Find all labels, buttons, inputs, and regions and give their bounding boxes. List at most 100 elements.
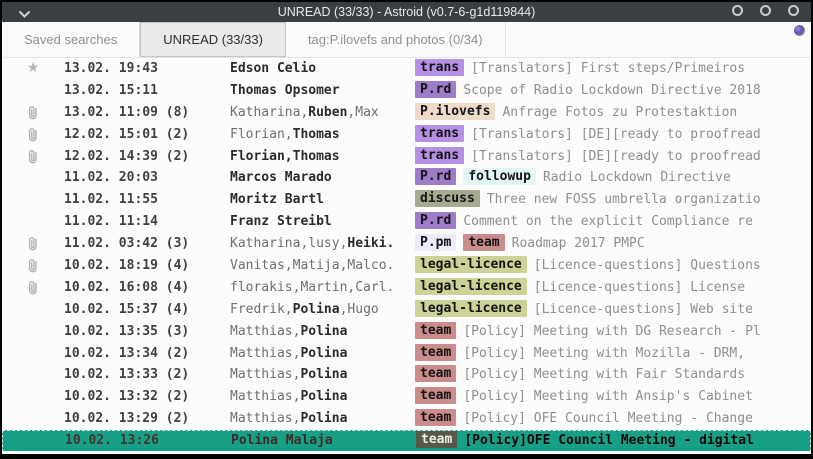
thread-row[interactable]: ★ 10.02. 13:33 (2) Matthias,Polina team[… (2, 364, 811, 386)
thread-authors: Thomas Opsomer (230, 80, 415, 102)
tab-unread[interactable]: UNREAD (33/33) (140, 22, 286, 57)
thread-row[interactable]: ★ 13.02. 11:09 (8) Katharina,Ruben,Max P… (2, 102, 811, 124)
thread-authors: Matthias,Polina (230, 321, 415, 343)
paperclip-icon (27, 280, 39, 296)
window-button-minimize-icon[interactable] (732, 5, 743, 16)
thread-main: team[Policy] Meeting with Fair Standards (415, 364, 811, 386)
tag-chip: P.rd (415, 81, 456, 98)
row-flag-cell: ★ (2, 105, 64, 121)
paperclip-icon (27, 127, 39, 143)
tag-chip: trans (415, 147, 464, 164)
thread-subject: [Translators] [DE][ready to proofread (471, 149, 761, 164)
thread-main: P.rdfollowupRadio Lockdown Directive (415, 167, 811, 189)
thread-date: 11.02. 03:42 (3) (64, 233, 230, 255)
thread-row[interactable]: ★ 12.02. 14:39 (2) Florian,Thomas trans[… (2, 146, 811, 168)
thread-row[interactable]: ★ 11.02. 03:42 (3) Katharina,lusy,Heiki.… (2, 233, 811, 255)
thread-subject: [Translators] First steps/Primeiros (471, 61, 745, 76)
paperclip-icon (27, 149, 39, 165)
thread-subject: Roadmap 2017 PMPC (512, 236, 645, 251)
thread-date: 10.02. 15:37 (4) (64, 299, 230, 321)
window-button-close-icon[interactable] (788, 5, 799, 16)
thread-list: ★ 13.02. 19:43 Edson Celio trans[Transla… (2, 58, 811, 451)
thread-tags: team (415, 346, 463, 361)
thread-subject: [Translators] [DE][ready to proofread (471, 127, 761, 142)
thread-main: discussThree new FOSS umbrella organizat… (415, 189, 811, 211)
thread-subject: Three new FOSS umbrella organizatio (487, 192, 761, 207)
thread-tags: legal-licence (415, 302, 534, 317)
thread-row[interactable]: ★ 10.02. 13:35 (3) Matthias,Polina team[… (2, 321, 811, 343)
thread-row[interactable]: ★ 10.02. 13:32 (2) Matthias,Polina team[… (2, 386, 811, 408)
thread-row[interactable]: ★ 10.02. 13:26 Polina Malaja team[Policy… (2, 430, 811, 451)
thread-row[interactable]: ★ 10.02. 18:19 (4) Vanitas,Matija,Malco.… (2, 255, 811, 277)
tag-chip: trans (415, 59, 464, 76)
thread-subject: [Licence-questions] License (534, 280, 745, 295)
tag-chip: team (415, 322, 456, 339)
tag-chip: team (416, 431, 457, 448)
thread-authors: Franz Streibl (230, 211, 415, 233)
thread-date: 10.02. 13:35 (3) (64, 321, 230, 343)
thread-main: legal-licence [Licence-questions] License (415, 277, 811, 299)
tag-chip: P.ilovefs (415, 103, 495, 120)
thread-tags: trans (415, 127, 471, 142)
thread-main: legal-licence[Licence-questions] Web sit… (415, 299, 811, 321)
thread-row[interactable]: ★ 10.02. 15:37 (4) Fredrik,Polina,Hugo l… (2, 299, 811, 321)
thread-row[interactable]: ★ 13.02. 19:43 Edson Celio trans[Transla… (2, 58, 811, 80)
thread-date: 10.02. 13:32 (2) (64, 386, 230, 408)
tag-chip: legal-licence (415, 256, 527, 273)
thread-main: P.rd Scope of Radio Lockdown Directive 20… (415, 80, 811, 102)
star-icon: ★ (27, 58, 40, 80)
thread-subject: [Policy] OFE Council Meeting - Change (463, 411, 753, 426)
thread-row[interactable]: ★ 11.02. 20:03 Marcos Marado P.rdfollowu… (2, 167, 811, 189)
row-flag-cell: ★ (2, 280, 64, 296)
thread-subject: [Policy]OFE Council Meeting - digital (464, 433, 754, 448)
thread-tags: discuss (415, 192, 487, 207)
thread-main: P.ilovefsAnfrage Fotos zu Protestaktion (415, 102, 811, 124)
thread-authors: Florian,Thomas (230, 146, 415, 168)
thread-row[interactable]: ★ 13.02. 15:11 Thomas Opsomer P.rdScope … (2, 80, 811, 102)
thread-row[interactable]: ★ 11.02. 11:14 Franz Streibl P.rdComment… (2, 211, 811, 233)
thread-date: 11.02. 11:14 (64, 211, 230, 233)
thread-subject: [Policy] Meeting with DG Research - Pl (463, 324, 760, 339)
thread-authors: Florian,Thomas (230, 124, 415, 146)
window-title: UNREAD (33/33) - Astroid (v0.7-6-g1d1198… (2, 5, 811, 19)
thread-row[interactable]: ★ 10.02. 13:29 (2) Matthias,Polina team[… (2, 408, 811, 430)
thread-main: trans[Translators] [DE][ready to proofre… (415, 124, 811, 146)
thread-row[interactable]: ★ 10.02. 16:08 (4) florakis,Martin,Carl.… (2, 277, 811, 299)
thread-tags: legal-licence (415, 280, 534, 295)
tab-saved-searches[interactable]: Saved searches (2, 22, 140, 57)
thread-date: 13.02. 11:09 (8) (64, 102, 230, 124)
paperclip-icon (27, 258, 39, 274)
row-flag-cell: ★ (2, 236, 64, 252)
thread-main: team [Policy] Meeting with DG Research - … (415, 321, 811, 343)
thread-main: trans [Translators] [DE][ready to proofre… (415, 146, 811, 168)
thread-authors: Edson Celio (230, 58, 415, 80)
thread-date: 11.02. 20:03 (64, 167, 230, 189)
thread-authors: Katharina,lusy,Heiki. (230, 233, 415, 255)
thread-tags: P.rd (415, 214, 463, 229)
thread-authors: Polina Malaja (231, 430, 416, 451)
thread-tags: legal-licence (415, 258, 534, 273)
thread-date: 10.02. 18:19 (4) (64, 255, 230, 277)
thread-main: team[Policy] OFE Council Meeting - Chang… (415, 408, 811, 430)
thread-tags: trans (415, 149, 471, 164)
thread-tags: trans (415, 61, 471, 76)
thread-date: 10.02. 16:08 (4) (64, 277, 230, 299)
tag-chip: P.pm (415, 234, 456, 251)
tag-chip: team (415, 365, 456, 382)
thread-row[interactable]: ★ 10.02. 13:34 (2) Matthias,Polina team[… (2, 343, 811, 365)
thread-tags: P.rd (415, 83, 463, 98)
tab-tag-search[interactable]: tag:P.ilovefs and photos (0/34) (286, 22, 506, 57)
window-button-maximize-icon[interactable] (760, 5, 771, 16)
thread-authors: Matthias,Polina (230, 364, 415, 386)
tag-chip: P.rd (415, 168, 456, 185)
thread-tags: team (415, 389, 463, 404)
thread-row[interactable]: ★ 11.02. 11:55 Moritz Bartl discussThree… (2, 189, 811, 211)
thread-subject: Comment on the explicit Compliance re (463, 214, 753, 229)
thread-subject: Scope of Radio Lockdown Directive 2018 (463, 83, 760, 98)
row-flag-cell: ★ (2, 149, 64, 165)
tag-chip: legal-licence (415, 278, 527, 295)
thread-date: 10.02. 13:29 (2) (64, 408, 230, 430)
poll-indicator-icon (794, 25, 805, 36)
window-controls (732, 5, 799, 16)
thread-row[interactable]: ★ 12.02. 15:01 (2) Florian,Thomas trans[… (2, 124, 811, 146)
